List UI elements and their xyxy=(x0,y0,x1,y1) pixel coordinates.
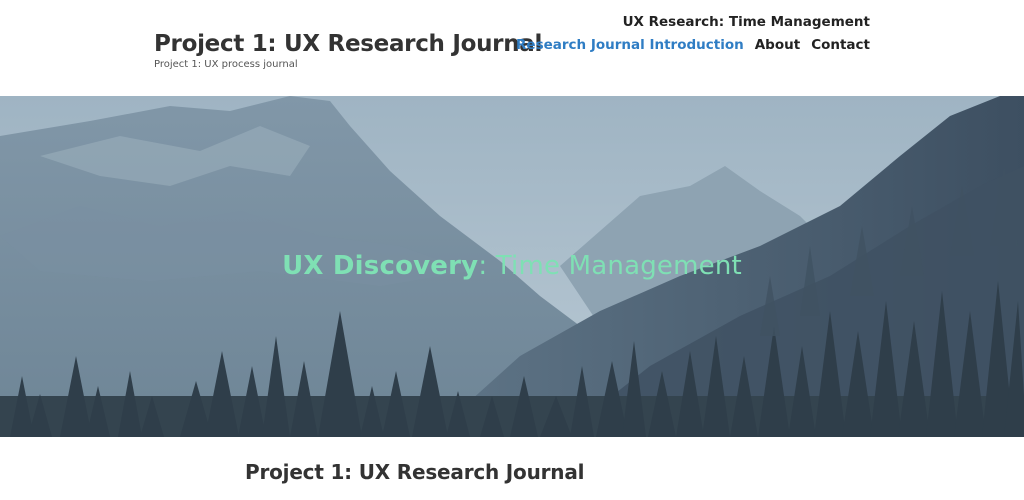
page: Project 1: UX Research Journal Project 1… xyxy=(0,0,1024,500)
nav-item-ux-research-time-management[interactable]: UX Research: Time Management xyxy=(623,14,870,30)
page-content-heading: Project 1: UX Research Journal xyxy=(245,460,585,484)
hero-heading-rest: : Time Management xyxy=(478,251,742,281)
hero-heading-strong: UX Discovery xyxy=(282,251,479,281)
nav-item-research-journal-introduction[interactable]: Research Journal Introduction xyxy=(516,37,744,53)
hero-banner: UX Discovery: Time Management xyxy=(0,96,1024,437)
site-branding: Project 1: UX Research Journal Project 1… xyxy=(154,30,542,70)
site-header: Project 1: UX Research Journal Project 1… xyxy=(0,0,1024,96)
nav-item-contact[interactable]: Contact xyxy=(811,37,870,53)
site-title-link[interactable]: Project 1: UX Research Journal xyxy=(154,30,542,58)
hero-heading: UX Discovery: Time Management xyxy=(0,251,1024,281)
site-tagline: Project 1: UX process journal xyxy=(154,59,298,70)
nav-item-about[interactable]: About xyxy=(755,37,800,53)
main-navigation: Research Journal Introduction About Cont… xyxy=(516,37,870,53)
